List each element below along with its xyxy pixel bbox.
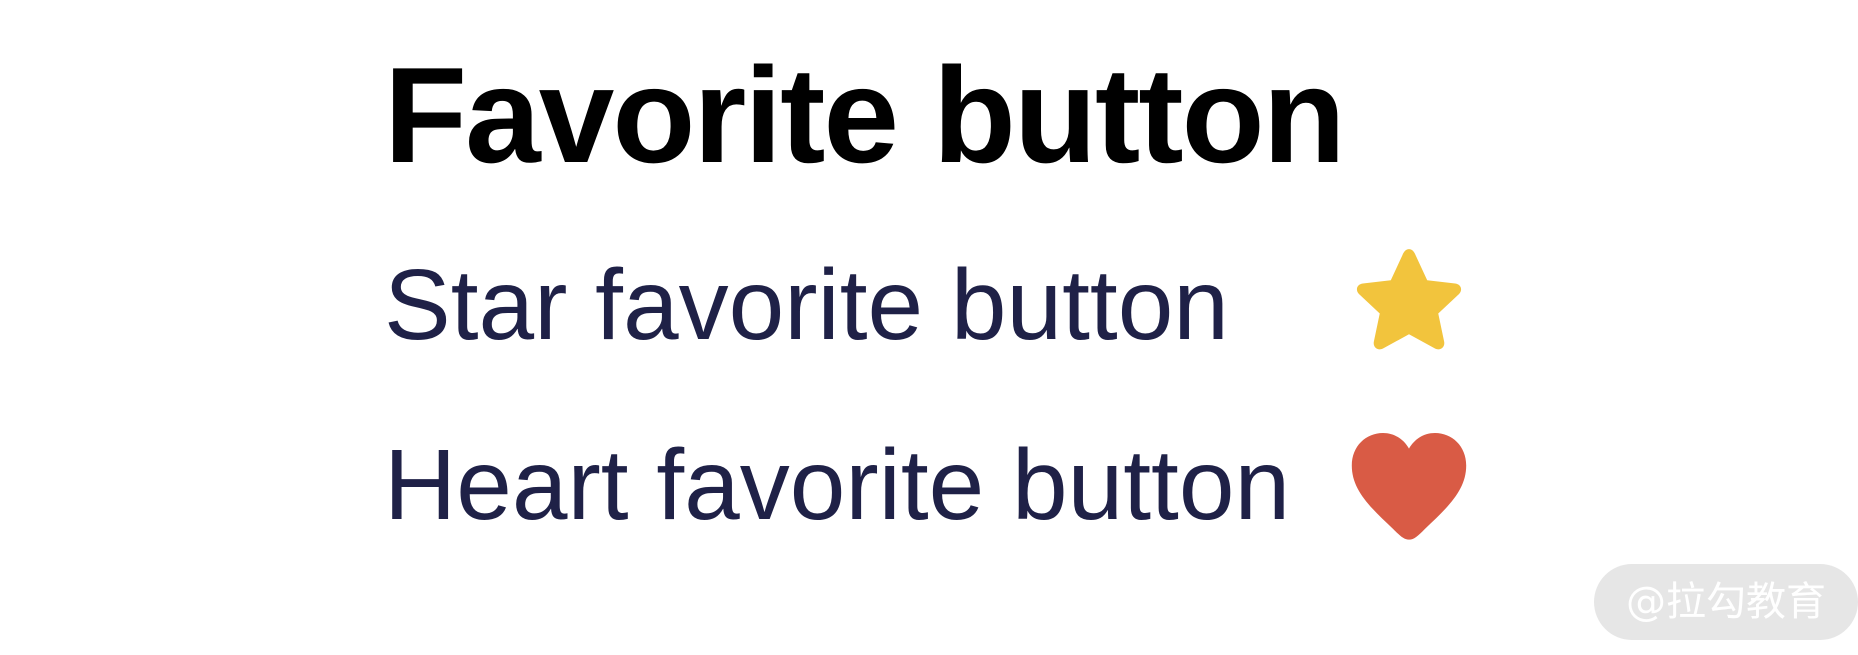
- heart-favorite-button[interactable]: [1344, 425, 1474, 545]
- star-favorite-button[interactable]: [1344, 240, 1474, 370]
- star-favorite-label: Star favorite button: [384, 249, 1229, 361]
- star-favorite-row: Star favorite button: [384, 240, 1484, 370]
- page-title: Favorite button: [384, 39, 1346, 191]
- heart-favorite-label: Heart favorite button: [384, 429, 1291, 541]
- heart-icon: [1351, 433, 1467, 540]
- page: Favorite button Star favorite button Hea…: [0, 0, 1858, 655]
- watermark: @拉勾教育: [1594, 564, 1858, 640]
- star-icon: [1356, 249, 1462, 350]
- heart-favorite-row: Heart favorite button: [384, 420, 1484, 550]
